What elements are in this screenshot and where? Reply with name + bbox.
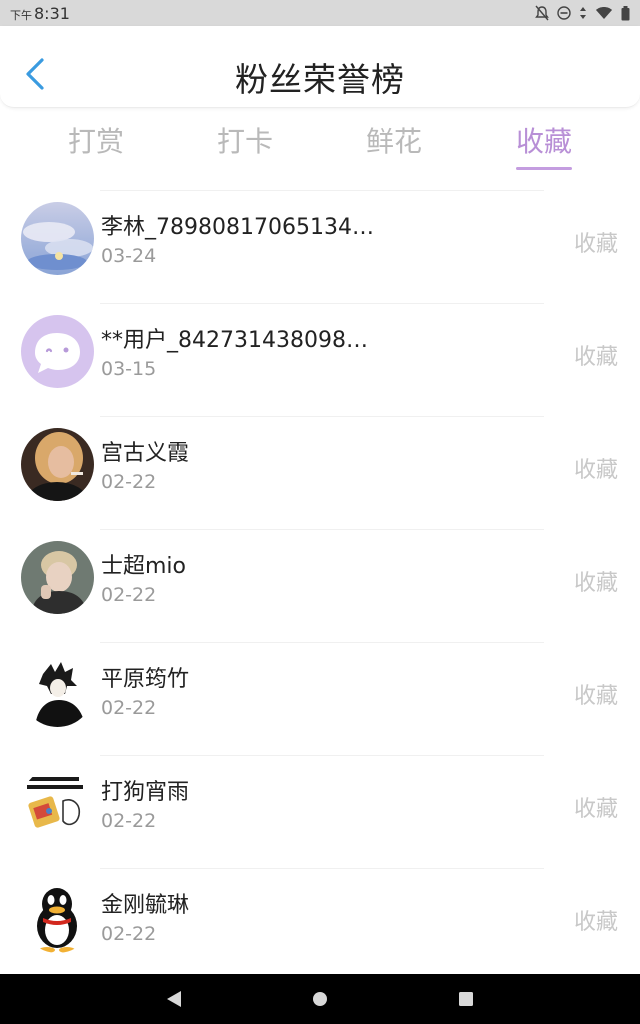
- page-title: 粉丝荣誉榜: [235, 60, 405, 99]
- favorite-label: 收藏: [573, 797, 618, 822]
- data-arrows-icon: [580, 7, 586, 19]
- fan-date: 03-24: [101, 245, 157, 267]
- do-not-disturb-icon: [557, 6, 571, 20]
- list-item[interactable]: 平原筠竹 02-22 收藏: [0, 642, 640, 755]
- header-bar: 粉丝荣誉榜: [0, 26, 640, 108]
- fan-date: 02-22: [101, 697, 157, 719]
- divider: [100, 529, 544, 530]
- tab-checkin[interactable]: 打卡: [195, 120, 295, 160]
- list-item[interactable]: 士超mio 02-22 收藏: [0, 529, 640, 642]
- favorite-label: 收藏: [573, 232, 618, 257]
- divider: [100, 303, 544, 304]
- fan-name: 金刚毓琳: [101, 893, 190, 918]
- list-item[interactable]: 金刚毓琳 02-22 收藏: [0, 868, 640, 981]
- fan-name: 宫古义霞: [101, 441, 190, 466]
- system-nav-bar: [0, 974, 640, 1024]
- list-item[interactable]: 李林_78980817065134… 03-24 收藏: [0, 190, 640, 303]
- fan-name: 李林_78980817065134…: [101, 215, 374, 240]
- favorite-label: 收藏: [573, 345, 618, 370]
- fan-date: 02-22: [101, 923, 157, 945]
- fan-date: 02-22: [101, 471, 157, 493]
- avatar[interactable]: [21, 880, 94, 953]
- fan-date: 02-22: [101, 810, 157, 832]
- status-time: 下午 8:31: [10, 4, 70, 23]
- status-bar: 下午 8:31: [0, 0, 640, 26]
- home-nav-icon[interactable]: [312, 991, 328, 1007]
- list-item[interactable]: 宫古义霞 02-22 收藏: [0, 416, 640, 529]
- fan-date: 03-15: [101, 358, 157, 380]
- favorite-label: 收藏: [573, 571, 618, 596]
- wifi-icon: [596, 7, 612, 19]
- fan-name: 士超mio: [101, 554, 187, 579]
- tab-favorites[interactable]: 收藏: [494, 120, 594, 160]
- avatar[interactable]: [21, 428, 94, 501]
- tab-indicator: [516, 167, 572, 170]
- fan-name: **用户_842731438098…: [101, 328, 368, 353]
- list-item[interactable]: 打狗宵雨 02-22 收藏: [0, 755, 640, 868]
- favorite-label: 收藏: [573, 910, 618, 935]
- avatar[interactable]: [21, 767, 94, 840]
- divider: [100, 642, 544, 643]
- divider: [100, 868, 544, 869]
- fan-name: 打狗宵雨: [101, 780, 190, 805]
- status-clock: 8:31: [34, 3, 70, 23]
- notifications-off-icon: [535, 5, 549, 21]
- tab-flowers[interactable]: 鲜花: [344, 120, 444, 160]
- avatar[interactable]: [21, 541, 94, 614]
- tab-reward[interactable]: 打赏: [46, 120, 146, 160]
- avatar[interactable]: [21, 202, 94, 275]
- battery-icon: [621, 5, 630, 20]
- back-nav-icon[interactable]: [166, 990, 182, 1008]
- fan-list: 李林_78980817065134… 03-24 收藏 **用户_8427314…: [0, 190, 640, 981]
- divider: [100, 190, 544, 191]
- favorite-label: 收藏: [573, 684, 618, 709]
- divider: [100, 416, 544, 417]
- status-icons: [535, 5, 630, 21]
- list-item[interactable]: **用户_842731438098… 03-15 收藏: [0, 303, 640, 416]
- avatar[interactable]: [21, 315, 94, 388]
- divider: [100, 755, 544, 756]
- avatar[interactable]: [21, 654, 94, 727]
- status-ampm: 下午: [10, 8, 32, 22]
- fan-name: 平原筠竹: [101, 667, 190, 692]
- recents-nav-icon[interactable]: [458, 991, 474, 1007]
- fan-date: 02-22: [101, 584, 157, 606]
- favorite-label: 收藏: [573, 458, 618, 483]
